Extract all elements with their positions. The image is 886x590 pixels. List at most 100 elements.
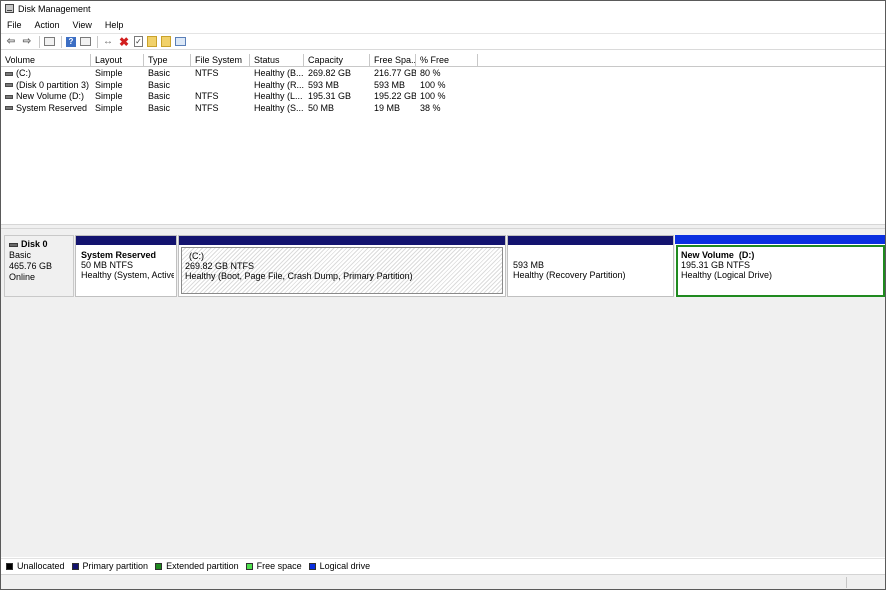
cell-status: Healthy (S... [254, 102, 304, 113]
menu-bar: File Action View Help [1, 17, 885, 32]
partition-legend: Unallocated Primary partition Extended p… [1, 558, 885, 573]
cell-type: Basic [148, 91, 171, 101]
partition-size: 269.82 GB NTFS [185, 261, 255, 271]
cell-free-space: 19 MB [374, 102, 401, 113]
volume-name: (C:) [16, 68, 31, 78]
logical-drive-bar [675, 235, 885, 244]
table-row[interactable]: System Reserved Simple Basic NTFS Health… [1, 103, 885, 115]
partition-name: New Volume (D:) [681, 250, 755, 260]
column-header-volume[interactable]: Volume [1, 54, 91, 67]
partition-recovery[interactable]: 593 MB Healthy (Recovery Partition) [507, 235, 674, 297]
cell-percent-free: 100 % [420, 91, 446, 101]
graphical-disk-view: Disk 0 Basic 465.76 GB Online System Res… [1, 229, 885, 557]
toolbar-separator [61, 35, 62, 48]
menu-action[interactable]: Action [35, 20, 60, 30]
properties-icon[interactable] [80, 37, 91, 46]
legend-label: Extended partition [166, 561, 239, 571]
cell-type: Basic [148, 79, 171, 90]
connect-icon[interactable]: ↔ [102, 36, 114, 48]
partition-system-reserved[interactable]: System Reserved 50 MB NTFS Healthy (Syst… [75, 235, 177, 297]
table-row[interactable]: (Disk 0 partition 3) Simple Basic Health… [1, 80, 885, 92]
partition-c-drive[interactable]: (C:) 269.82 GB NTFS Healthy (Boot, Page … [178, 235, 506, 297]
check-icon[interactable]: ✓ [134, 36, 143, 47]
volume-icon [5, 71, 13, 76]
partition-new-volume-d[interactable]: New Volume (D:) 195.31 GB NTFS Healthy (… [675, 235, 885, 297]
title-bar: Disk Management [1, 1, 885, 16]
back-arrow-icon[interactable]: ⇦ [5, 36, 17, 48]
partition-name: System Reserved [81, 250, 157, 260]
legend-label: Free space [256, 561, 302, 571]
cell-capacity: 269.82 GB [308, 68, 352, 78]
column-header-layout[interactable]: Layout [91, 54, 144, 67]
status-bar [1, 574, 885, 589]
drive-icon[interactable] [175, 37, 186, 46]
partition-body: (C:) 269.82 GB NTFS Healthy (Boot, Page … [181, 247, 503, 294]
cell-file-system: NTFS [195, 102, 219, 113]
toolbar-separator [97, 35, 98, 48]
column-header-free-space[interactable]: Free Spa... [370, 54, 416, 67]
volume-icon [5, 106, 13, 111]
disk-management-app-icon [5, 4, 14, 13]
disk-name-line: Disk 0 [9, 239, 69, 250]
help-icon[interactable]: ? [66, 36, 76, 47]
cell-percent-free: 100 % [420, 79, 446, 90]
partition-name [513, 250, 668, 260]
forward-arrow-icon[interactable]: ⇨ [21, 36, 33, 48]
disk-0-label[interactable]: Disk 0 Basic 465.76 GB Online [4, 235, 74, 297]
volume-icon [5, 83, 13, 88]
column-header-percent-free[interactable]: % Free [416, 54, 478, 67]
cell-percent-free: 38 % [420, 102, 441, 113]
table-row[interactable]: (C:) Simple Basic NTFS Healthy (B... 269… [1, 68, 885, 80]
column-header-status[interactable]: Status [250, 54, 304, 67]
cell-percent-free: 80 % [420, 68, 441, 78]
cell-layout: Simple [95, 102, 123, 113]
legend-swatch [155, 562, 163, 570]
legend-extended-partition: Extended partition [155, 561, 239, 571]
cell-volume: (Disk 0 partition 3) [1, 80, 91, 92]
volume-icon [5, 94, 13, 99]
cell-status: Healthy (B... [254, 68, 304, 78]
disk-management-window: Disk Management File Action View Help ⇦ … [0, 0, 886, 590]
partition-body: System Reserved 50 MB NTFS Healthy (Syst… [78, 247, 174, 294]
menu-help[interactable]: Help [105, 20, 124, 30]
column-header-filler [478, 54, 885, 67]
console-tree-icon[interactable] [44, 37, 55, 46]
cell-volume: System Reserved [1, 103, 91, 115]
cell-file-system: NTFS [195, 68, 219, 78]
cell-capacity: 50 MB [308, 102, 335, 113]
window-title: Disk Management [18, 3, 91, 14]
partition-status: Healthy (Logical Drive) [681, 270, 773, 280]
open-folder-icon[interactable] [161, 36, 171, 47]
legend-label: Unallocated [17, 561, 65, 571]
cell-volume: New Volume (D:) [1, 91, 91, 103]
toolbar: ⇦ ⇨ ? ↔ ✖ ✓ [1, 33, 885, 50]
partition-size: 195.31 GB NTFS [681, 260, 751, 270]
new-folder-icon[interactable] [147, 36, 157, 47]
legend-swatch [6, 562, 13, 570]
partition-size: 593 MB [513, 260, 545, 270]
table-row[interactable]: New Volume (D:) Simple Basic NTFS Health… [1, 91, 885, 103]
partition-body: 593 MB Healthy (Recovery Partition) [510, 247, 671, 294]
cell-type: Basic [148, 102, 171, 113]
legend-unallocated: Unallocated [6, 561, 65, 571]
cell-layout: Simple [95, 91, 123, 101]
volume-name: New Volume (D:) [16, 91, 85, 101]
volume-list-header: Volume Layout Type File System Status Ca… [1, 54, 885, 67]
cell-capacity: 195.31 GB [308, 91, 352, 101]
menu-file[interactable]: File [7, 20, 22, 30]
status-pane-separator [846, 577, 847, 588]
cell-file-system [191, 80, 250, 92]
delete-icon[interactable]: ✖ [118, 36, 130, 48]
primary-partition-bar [76, 236, 176, 245]
partition-status: Healthy (Recovery Partition) [513, 270, 626, 280]
legend-swatch [245, 562, 253, 570]
menu-view[interactable]: View [73, 20, 92, 30]
column-header-file-system[interactable]: File System [191, 54, 250, 67]
primary-partition-bar [179, 236, 505, 245]
cell-capacity: 593 MB [308, 79, 340, 90]
column-header-type[interactable]: Type [144, 54, 191, 67]
disk-size: 465.76 GB [9, 261, 53, 271]
partition-size: 50 MB NTFS [81, 260, 134, 270]
cell-free-space: 593 MB [374, 79, 406, 90]
column-header-capacity[interactable]: Capacity [304, 54, 370, 67]
